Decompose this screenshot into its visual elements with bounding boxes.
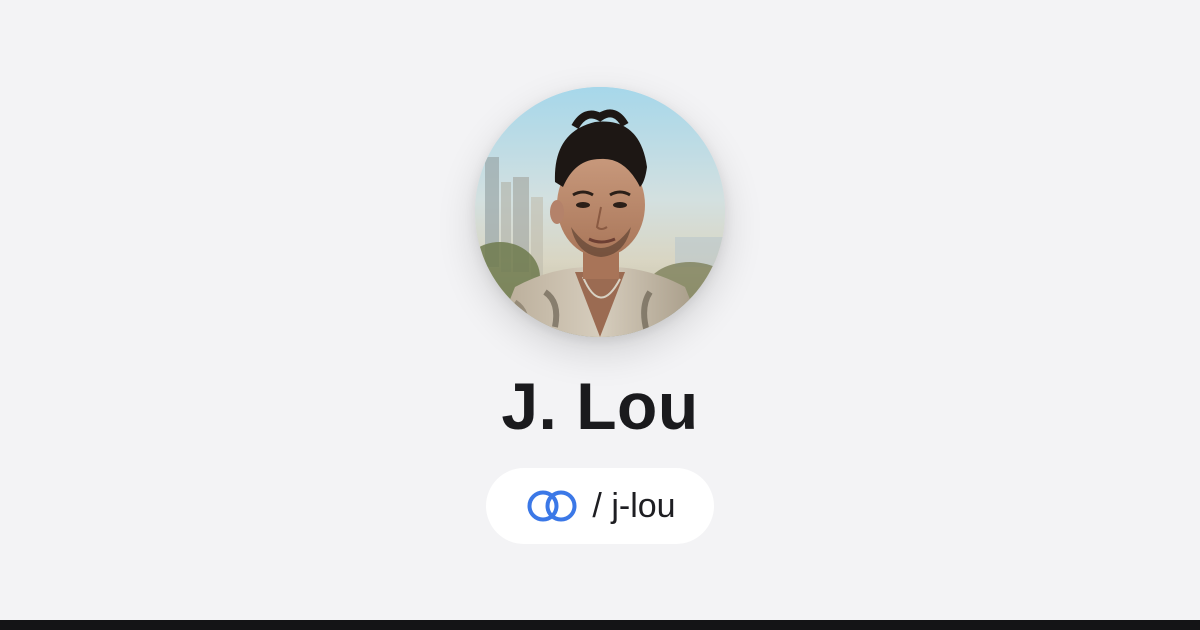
profile-handle-link[interactable]: / j-lou <box>486 468 714 544</box>
avatar-photo <box>475 87 725 337</box>
bottom-bar <box>0 620 1200 630</box>
linked-rings-icon <box>527 490 577 522</box>
profile-handle: / j-lou <box>592 487 676 525</box>
profile-name: J. Lou <box>501 369 699 443</box>
share-card: J. Lou / j-lou <box>0 0 1200 630</box>
avatar <box>475 87 725 337</box>
